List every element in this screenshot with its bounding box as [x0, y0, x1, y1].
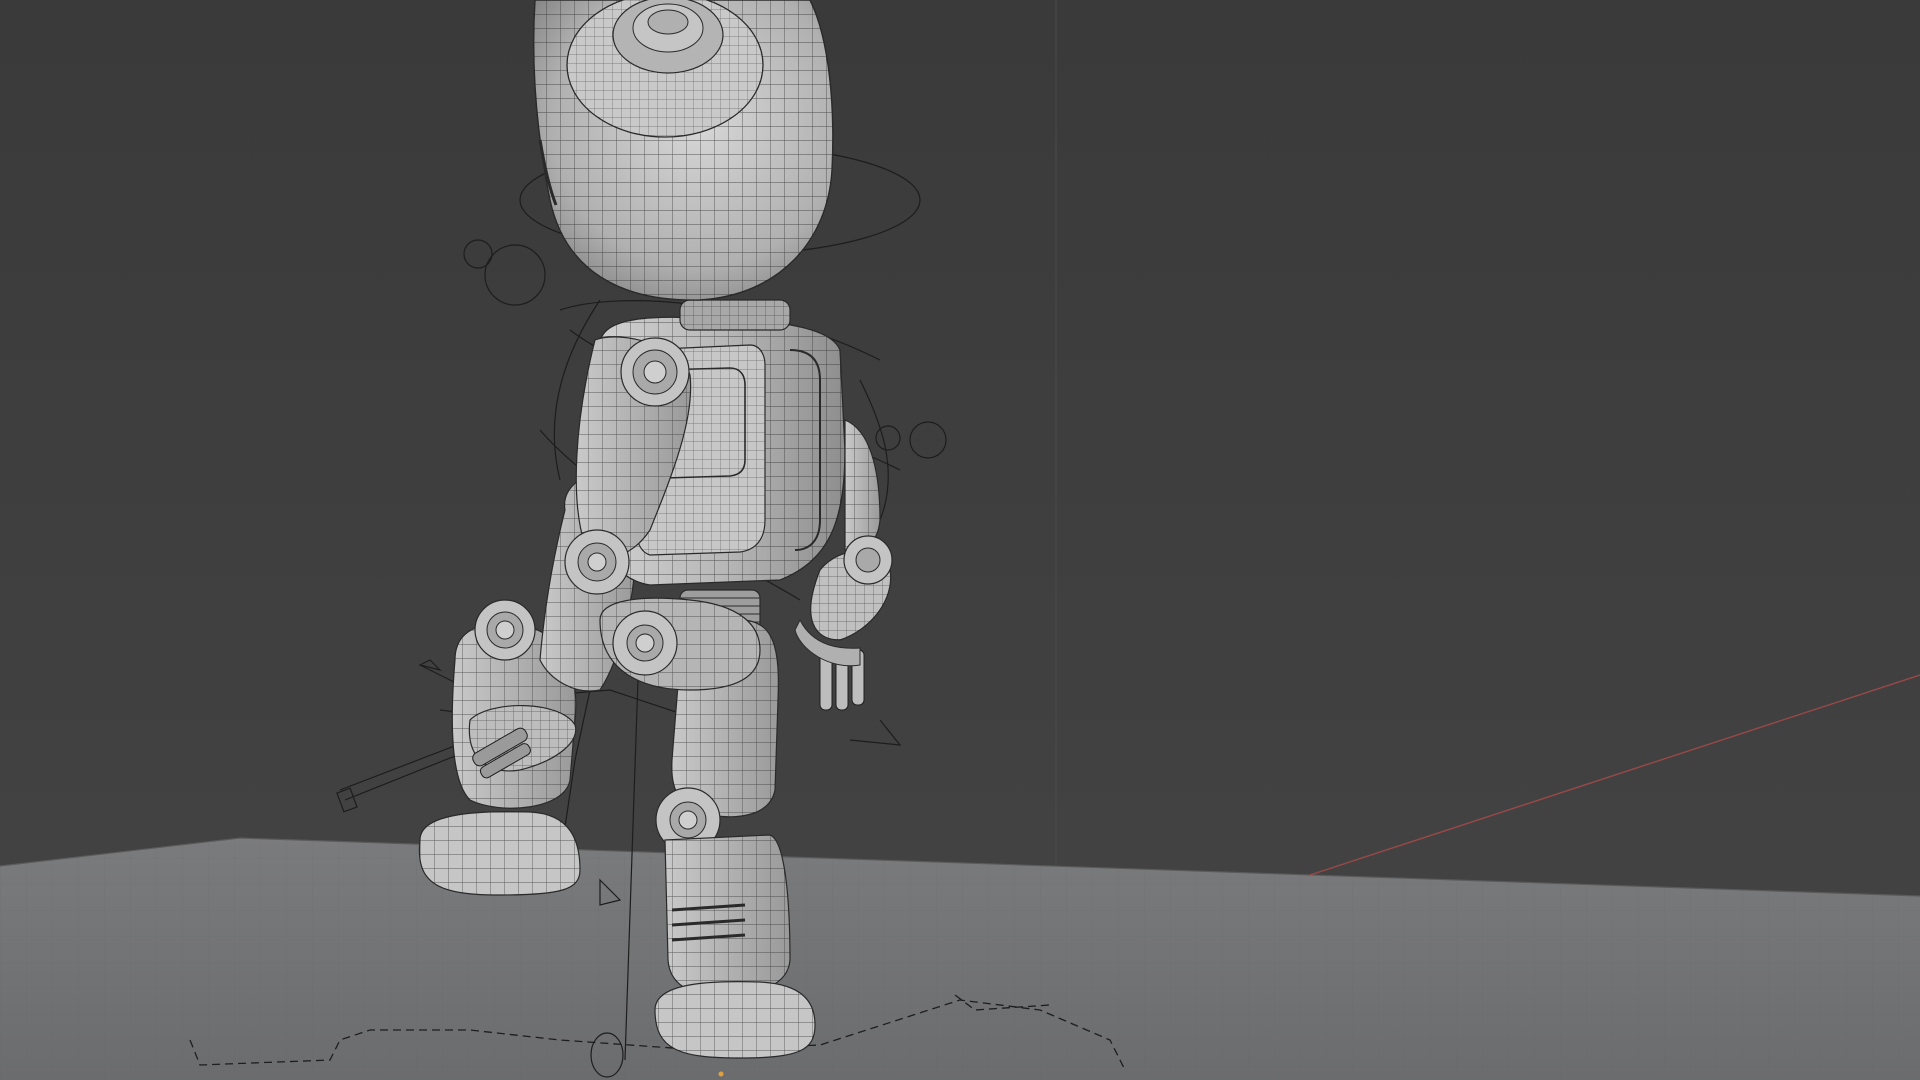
- viewport-canvas[interactable]: [0, 0, 1920, 1080]
- 3d-viewport[interactable]: [0, 0, 1920, 1080]
- object-origin-dot: [718, 1071, 724, 1077]
- head[interactable]: [532, 0, 834, 301]
